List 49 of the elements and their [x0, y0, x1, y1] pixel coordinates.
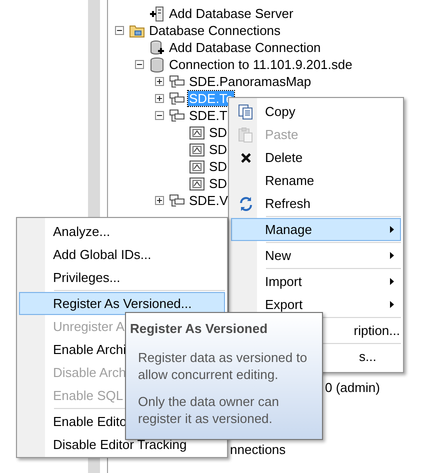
dataset-icon	[169, 108, 185, 122]
menu-item[interactable]: Rename	[231, 169, 401, 192]
refresh-icon	[238, 196, 254, 212]
collapse-toggle[interactable]	[154, 111, 164, 120]
expand-toggle[interactable]	[154, 77, 164, 86]
menu-item[interactable]: Import	[231, 270, 401, 293]
database-icon	[149, 56, 165, 72]
feature-class-icon	[189, 126, 205, 140]
tree-item[interactable]: 0 (admin)	[325, 378, 380, 398]
menu-item[interactable]: Manage	[231, 218, 401, 241]
tree-item[interactable]: SDE.PanoramasMap	[188, 74, 312, 89]
menu-item[interactable]: New	[231, 244, 401, 267]
tree-item[interactable]: Add Database Server	[168, 6, 294, 21]
collapse-toggle[interactable]	[134, 60, 144, 69]
dataset-icon	[169, 92, 185, 106]
menu-item[interactable]: Analyze...	[19, 220, 225, 243]
tooltip-title: Register As Versioned	[130, 320, 269, 338]
menu-item[interactable]: Privileges...	[19, 266, 225, 289]
menu-item[interactable]: Register As Versioned...	[19, 292, 225, 315]
tree-item[interactable]: Connection to 11.101.9.201.sde	[168, 57, 354, 72]
expand-toggle[interactable]	[154, 196, 164, 205]
tooltip-text: Register data as versioned to allow concurrent editing.	[138, 348, 308, 382]
menu-item[interactable]: Export	[231, 293, 401, 316]
paste-icon	[238, 126, 254, 142]
tree-item[interactable]: Add Database Connection	[168, 40, 322, 55]
dataset-icon	[169, 194, 185, 208]
dataset-icon	[169, 74, 185, 88]
feature-class-icon	[189, 160, 205, 174]
feature-class-icon	[189, 176, 205, 190]
database-add-icon	[149, 40, 165, 56]
tree-item[interactable]: Database Connections	[148, 23, 282, 38]
menu-item[interactable]: Delete	[231, 146, 401, 169]
copy-icon	[238, 104, 254, 120]
close-icon	[240, 152, 252, 164]
folder-icon	[129, 24, 145, 38]
feature-class-icon	[189, 142, 205, 156]
tree-item[interactable]: SD	[208, 125, 228, 140]
tree-item[interactable]: SDE.V	[188, 193, 230, 208]
menu-item[interactable]: Add Global IDs...	[19, 243, 225, 266]
tree-item[interactable]: nnections	[230, 440, 286, 460]
menu-item[interactable]: Refresh	[231, 192, 401, 215]
collapse-toggle[interactable]	[114, 26, 124, 35]
expand-toggle[interactable]	[154, 94, 164, 103]
tooltip-text: Only the data owner can register it as versioned.	[138, 392, 280, 426]
server-add-icon	[149, 6, 165, 22]
tree-item[interactable]: SD	[208, 142, 228, 157]
tree-item[interactable]: SD	[208, 159, 228, 174]
tree-item[interactable]: SDE.T	[188, 108, 228, 123]
tree-item[interactable]: SD	[208, 176, 228, 191]
